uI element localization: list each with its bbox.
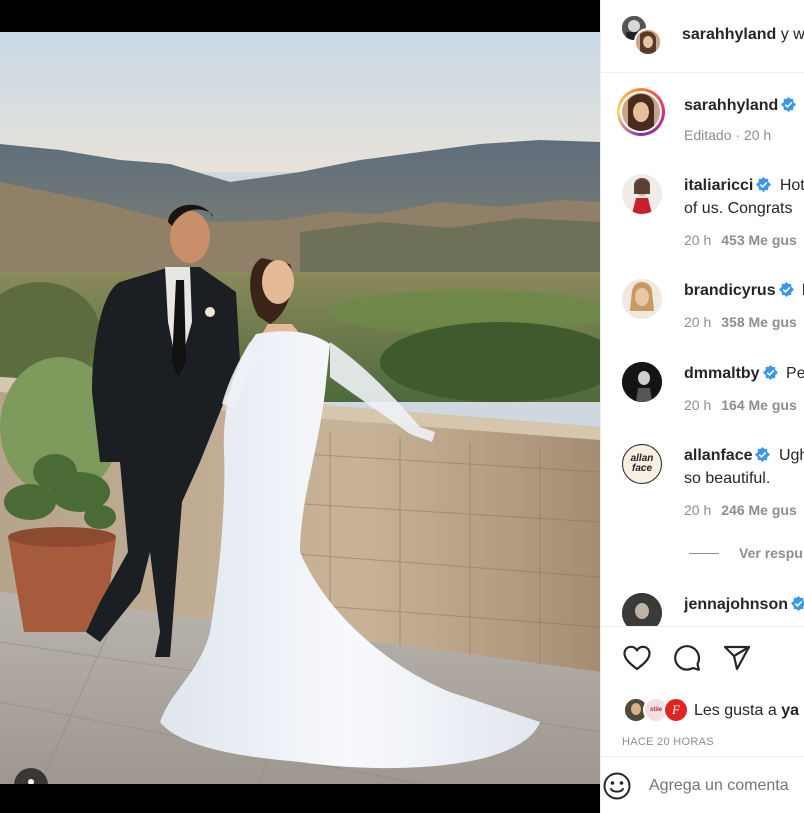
comment-meta: 20 h 246 Me gus (684, 502, 797, 518)
avatar-photo-icon (622, 174, 662, 214)
coauthor-text: y w (780, 26, 804, 43)
like-button[interactable] (621, 642, 653, 674)
liker-avatar-2-text: stile (649, 707, 662, 713)
comment-time: 20 h (684, 397, 712, 413)
verified-badge-icon (778, 282, 794, 297)
emoji-button[interactable] (601, 770, 633, 802)
caption-avatar-ring (620, 91, 662, 133)
caption-edited-time: Editado · 20 h (684, 127, 772, 143)
instagram-post-viewer: sarahhyland y w sarahhyland Editado · 20… (0, 0, 804, 813)
comment-bubble-icon (674, 645, 701, 671)
header-avatar-2[interactable] (634, 28, 662, 56)
share-button[interactable] (721, 642, 753, 674)
likes-summary-user[interactable]: ya (781, 702, 799, 719)
comment-time: 20 h (684, 232, 712, 248)
caption-avatar[interactable] (617, 88, 665, 136)
verified-badge-icon (755, 447, 771, 462)
caption-username[interactable]: sarahhyland (684, 97, 797, 115)
emoji-icon (603, 772, 631, 800)
comment-username-allanface[interactable]: allanface Ugh (684, 447, 804, 465)
comment-likes[interactable]: 358 Me gus (721, 314, 796, 330)
comment-username-italiaricci[interactable]: italiaricci Hot (684, 177, 804, 195)
verified-badge-icon (756, 177, 772, 192)
comment-avatar[interactable] (622, 362, 662, 402)
verified-badge-icon (762, 365, 778, 380)
verified-badge-icon (791, 596, 804, 611)
avatar-photo-icon (636, 30, 660, 54)
comment-avatar[interactable] (622, 174, 662, 214)
comment-meta: 20 h 164 Me gus (684, 397, 797, 413)
verified-badge-icon (781, 97, 797, 112)
view-replies-line (689, 553, 719, 554)
comment-text-line2: of us. Congrats (684, 200, 793, 217)
comment-username-brandicyrus[interactable]: brandicyrus l (684, 282, 804, 300)
likes-summary-text: Les gusta a (694, 702, 777, 719)
comment-text: Pe (786, 365, 804, 382)
comment-button[interactable] (671, 642, 703, 674)
comment-avatar[interactable] (622, 279, 662, 319)
comment-time: 20 h (684, 314, 712, 330)
likes-summary: Les gusta a ya (694, 702, 799, 720)
comment-text: Hot (779, 177, 804, 194)
comment-likes[interactable]: 164 Me gus (721, 397, 796, 413)
post-timestamp[interactable]: HACE 20 HORAS (622, 736, 714, 748)
header-divider (601, 72, 804, 73)
comment-text: Ugh (778, 447, 804, 464)
comment-username-jennajohnson[interactable]: jennajohnson (684, 596, 804, 614)
user-icon (28, 779, 34, 784)
header-username[interactable]: sarahhyland y w (682, 26, 804, 44)
paper-plane-icon (723, 645, 751, 671)
post-side-panel: sarahhyland y w sarahhyland Editado · 20… (600, 0, 804, 813)
avatar-photo-icon (622, 362, 662, 402)
view-replies-button[interactable]: Ver respu (739, 545, 803, 561)
actions-divider (601, 626, 804, 627)
comment-avatar[interactable]: allan face (622, 444, 662, 484)
avatar-photo-icon (622, 279, 662, 319)
comment-time: 20 h (684, 502, 712, 518)
comment-text-line2: so beautiful. (684, 470, 771, 487)
post-photo[interactable] (0, 32, 600, 784)
comment-meta: 20 h 358 Me gus (684, 314, 797, 330)
avatar-photo-icon (622, 93, 660, 131)
liker-avatar-3[interactable]: F (663, 697, 689, 723)
comment-meta: 20 h 453 Me gus (684, 232, 797, 248)
comment-likes[interactable]: 453 Me gus (721, 232, 796, 248)
comment-likes[interactable]: 246 Me gus (721, 502, 796, 518)
allanface-logo-text: allan face (630, 453, 654, 474)
liker-avatar-3-text: F (672, 702, 680, 717)
heart-icon (623, 645, 651, 671)
comment-username-dmmaltby[interactable]: dmmaltby Pe (684, 365, 804, 383)
wedding-photo (0, 32, 600, 784)
comment-input[interactable] (649, 774, 804, 798)
input-divider (601, 756, 804, 757)
